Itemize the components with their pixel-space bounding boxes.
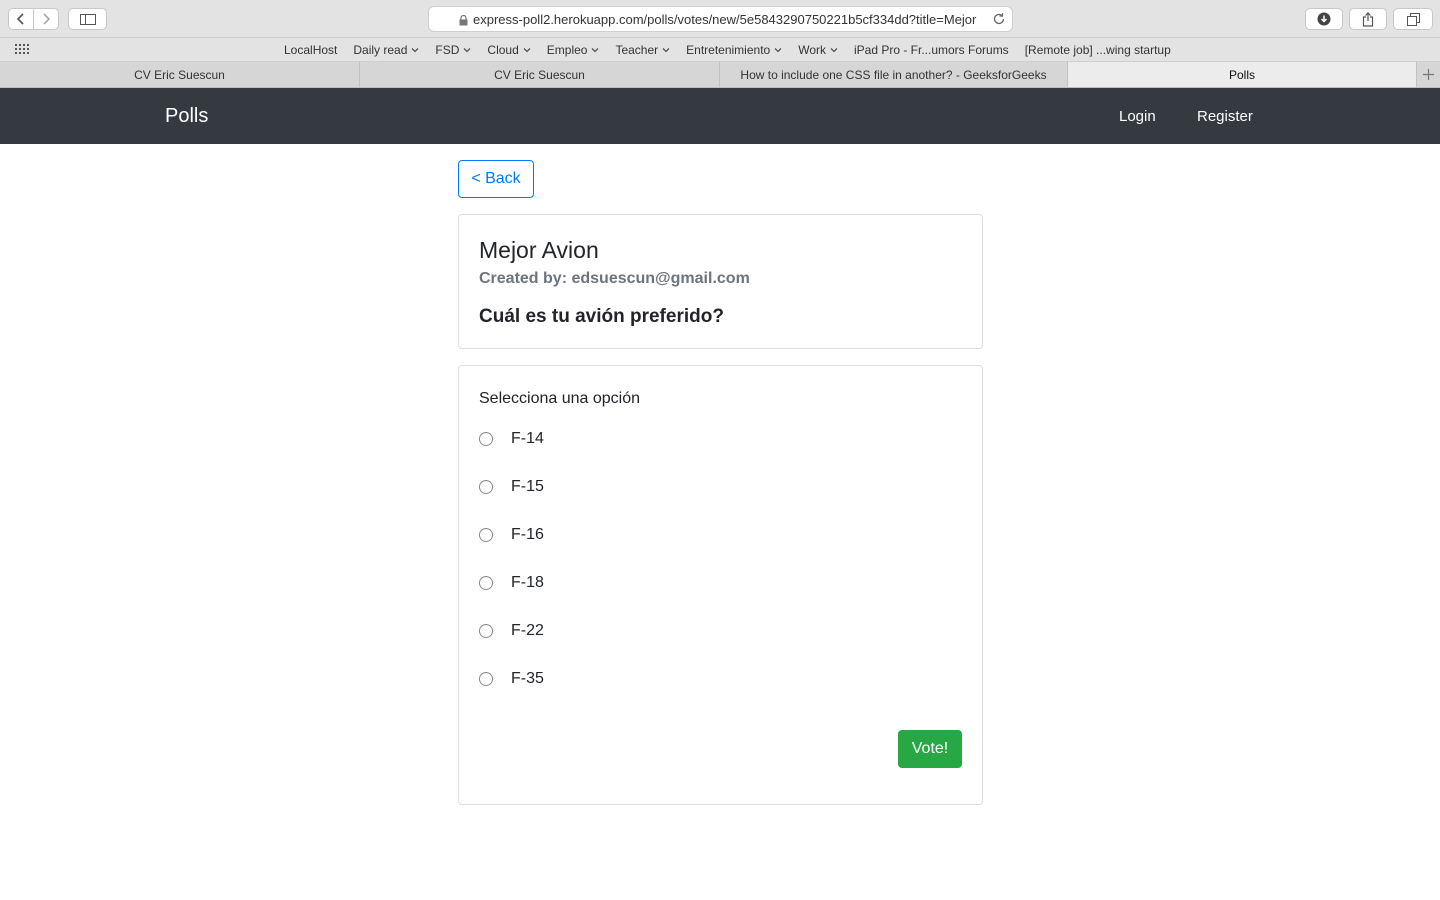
option-label: F-14 <box>511 430 544 447</box>
bookmark-label: iPad Pro - Fr...umors Forums <box>853 43 1009 57</box>
bookmark-item[interactable]: iPad Pro - Fr...umors Forums <box>854 43 1009 57</box>
chevron-down-icon <box>662 45 670 55</box>
browser-tab[interactable]: How to include one CSS file in another? … <box>720 62 1068 87</box>
poll-author: Created by: edsuescun@gmail.com <box>479 270 750 287</box>
bookmark-label: Empleo <box>546 43 588 57</box>
bookmark-item[interactable]: Entretenimiento <box>686 43 782 57</box>
radio-button[interactable] <box>479 624 493 638</box>
bookmark-item[interactable]: Work <box>798 43 838 57</box>
radio-button[interactable] <box>479 528 493 542</box>
option-f-15[interactable]: F-15 <box>479 475 544 499</box>
url-text: express-poll2.herokuapp.com/polls/votes/… <box>473 11 977 27</box>
chevron-down-icon <box>774 45 782 55</box>
select-option-label: Selecciona una opción <box>479 390 641 407</box>
tabs-overview-icon[interactable] <box>1393 8 1433 30</box>
poll-question: Cuál es tu avión preferido? <box>479 306 724 327</box>
browser-tabs: CV Eric Suescun CV Eric Suescun How to inc… <box>0 62 1440 88</box>
option-label: F-15 <box>511 478 544 495</box>
chevron-down-icon <box>830 45 838 55</box>
option-label: F-22 <box>511 622 544 639</box>
radio-button[interactable] <box>479 576 493 590</box>
browser-tab[interactable]: CV Eric Suescun <box>360 62 720 87</box>
lock-icon <box>459 14 468 29</box>
bookmark-label: FSD <box>435 43 460 57</box>
tab-label: CV Eric Suescun <box>494 67 585 82</box>
radio-button[interactable] <box>479 672 493 686</box>
back-button[interactable]: < Back <box>458 160 534 198</box>
bookmark-item[interactable]: Cloud <box>487 43 531 57</box>
bookmark-label: LocalHost <box>284 43 338 57</box>
chevron-down-icon <box>411 45 419 55</box>
option-f-22[interactable]: F-22 <box>479 619 544 643</box>
sidebar-toggle-icon[interactable] <box>68 8 107 30</box>
bookmark-item[interactable]: [Remote job] ...wing startup <box>1025 43 1171 57</box>
bookmark-item[interactable]: Teacher <box>615 43 670 57</box>
tab-label: How to include one CSS file in another? … <box>740 67 1047 82</box>
navbar-brand[interactable]: Polls <box>165 105 208 128</box>
bookmarks-bar: LocalHost Daily read FSD Cloud Empleo Teacher… <box>0 38 1440 62</box>
tab-label: Polls <box>1228 67 1255 82</box>
bookmark-label: Entretenimiento <box>686 43 771 57</box>
option-f-14[interactable]: F-14 <box>479 427 544 451</box>
apps-grid-icon[interactable] <box>15 44 31 58</box>
bookmarks-list: LocalHost Daily read FSD Cloud Empleo Teacher… <box>284 43 1187 57</box>
poll-info-card: Mejor Avion Created by: edsuescun@gmail.… <box>458 214 983 349</box>
bookmark-item[interactable]: Empleo <box>547 43 600 57</box>
reload-icon[interactable] <box>992 12 1006 29</box>
vote-form-card: Selecciona una opción F-14 F-15 F-16 F-18 F-… <box>458 365 983 805</box>
browser-tab[interactable]: Polls <box>1068 62 1417 87</box>
option-label: F-16 <box>511 526 544 543</box>
address-bar[interactable]: express-poll2.herokuapp.com/polls/votes/… <box>428 6 1013 32</box>
radio-button[interactable] <box>479 480 493 494</box>
chevron-down-icon <box>523 45 531 55</box>
login-link[interactable]: Login <box>1119 108 1156 125</box>
forward-nav-icon[interactable] <box>33 8 59 30</box>
bookmark-label: Daily read <box>353 43 408 57</box>
back-nav-icon[interactable] <box>8 8 34 30</box>
bookmark-item[interactable]: LocalHost <box>284 43 337 57</box>
tab-label: CV Eric Suescun <box>134 67 225 82</box>
new-tab-icon[interactable] <box>1417 62 1440 87</box>
bookmark-label: Work <box>798 43 826 57</box>
option-label: F-18 <box>511 574 544 591</box>
radio-button[interactable] <box>479 432 493 446</box>
downloads-icon[interactable] <box>1305 8 1343 30</box>
option-f-35[interactable]: F-35 <box>479 667 544 691</box>
browser-tab[interactable]: CV Eric Suescun <box>0 62 360 87</box>
bookmark-item[interactable]: Daily read <box>353 43 419 57</box>
browser-toolbar: express-poll2.herokuapp.com/polls/votes/… <box>0 0 1440 38</box>
register-link[interactable]: Register <box>1197 108 1253 125</box>
bookmark-item[interactable]: FSD <box>435 43 471 57</box>
poll-title: Mejor Avion <box>479 237 599 263</box>
vote-button[interactable]: Vote! <box>898 730 962 768</box>
option-f-18[interactable]: F-18 <box>479 571 544 595</box>
share-icon[interactable] <box>1349 8 1387 30</box>
bookmark-label: Cloud <box>487 43 519 57</box>
option-f-16[interactable]: F-16 <box>479 523 544 547</box>
bookmark-label: [Remote job] ...wing startup <box>1024 43 1171 57</box>
chevron-down-icon <box>463 45 471 55</box>
bookmark-label: Teacher <box>615 43 659 57</box>
chevron-down-icon <box>591 45 599 55</box>
option-label: F-35 <box>511 670 544 687</box>
navbar: Polls Login Register <box>0 88 1440 144</box>
